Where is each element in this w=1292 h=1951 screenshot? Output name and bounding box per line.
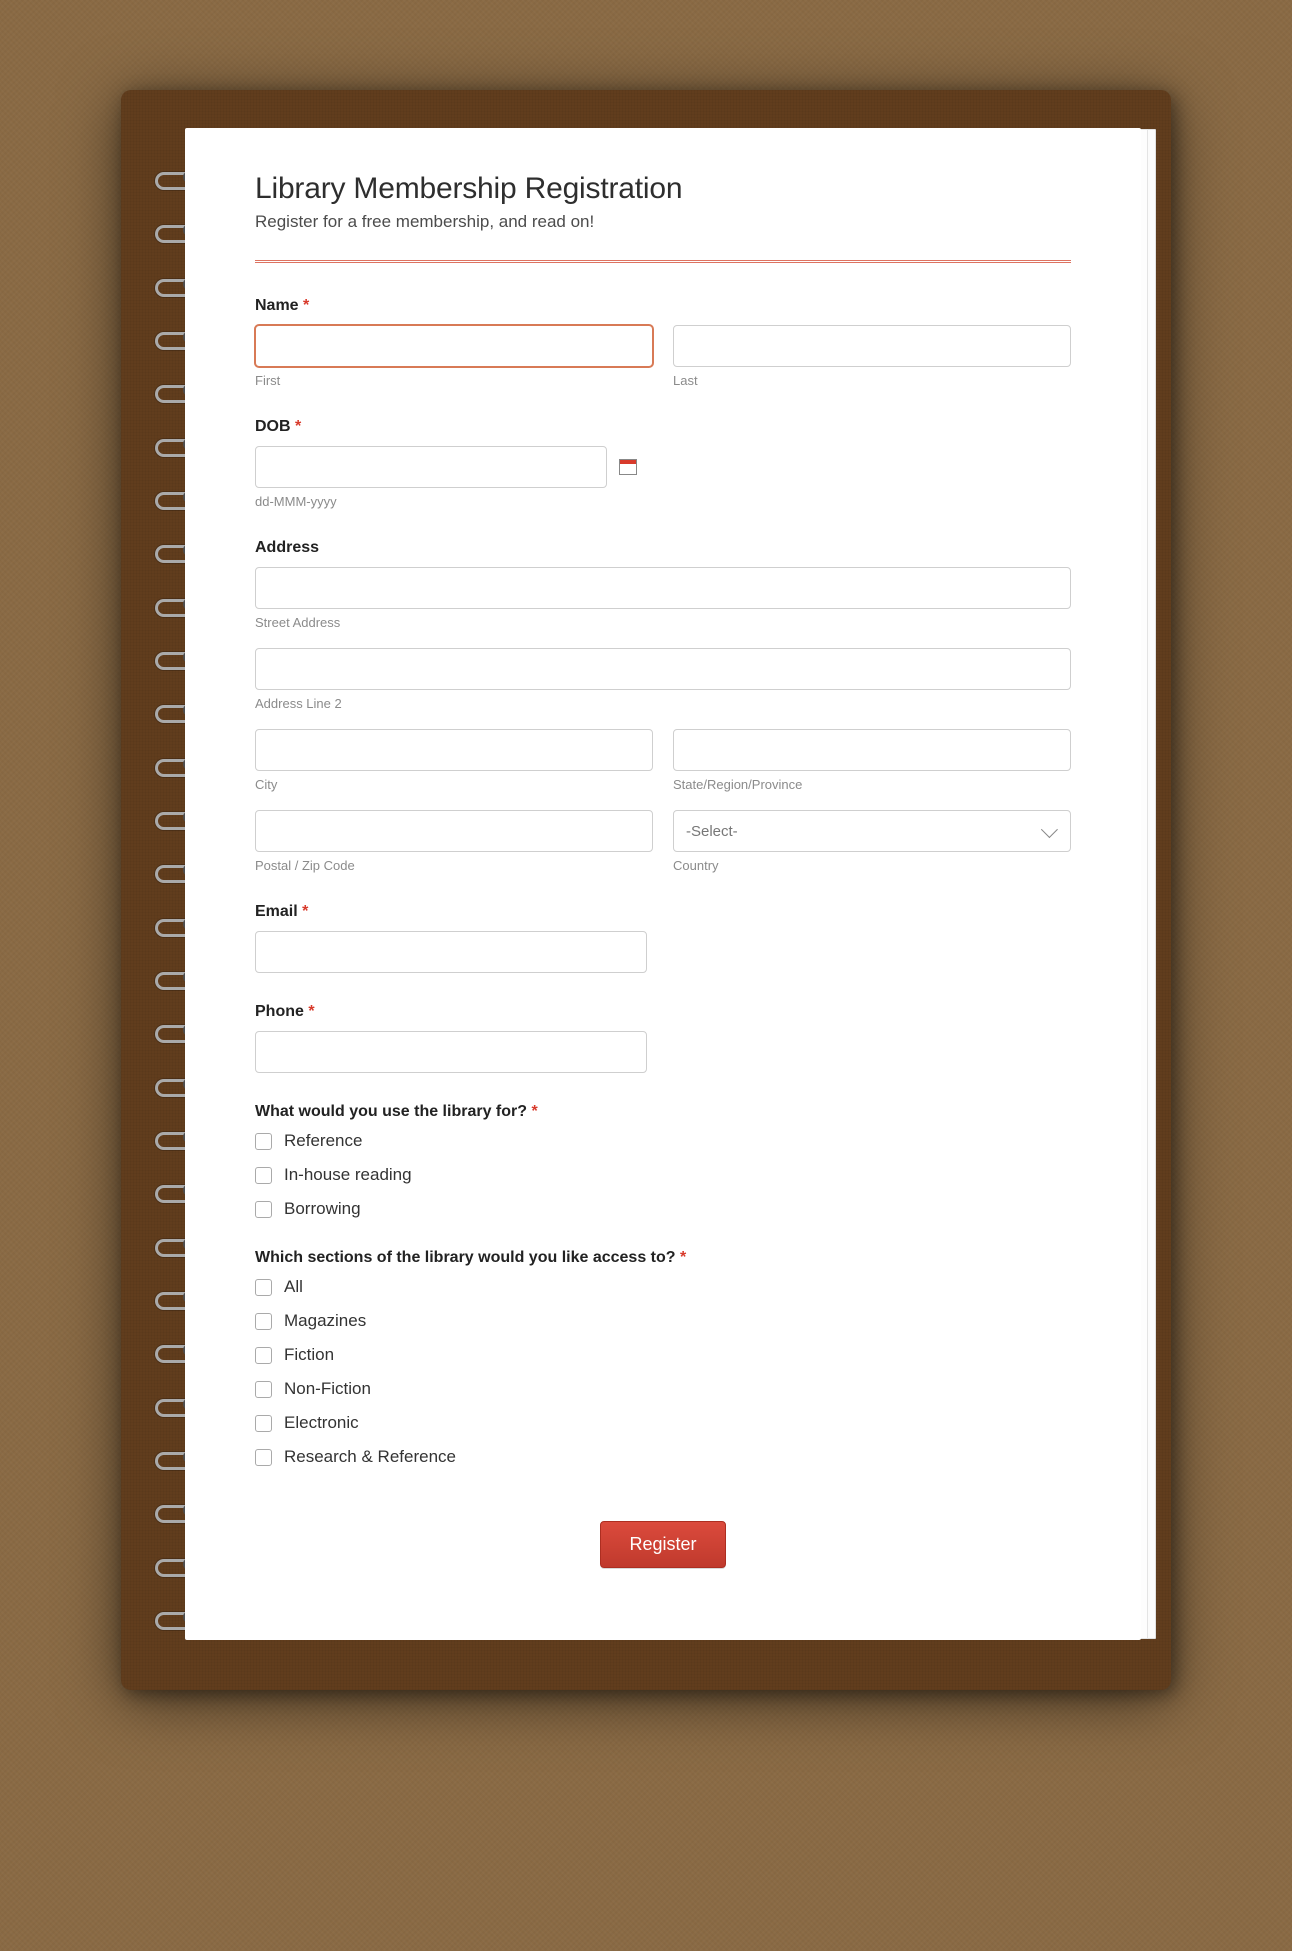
dob-field: DOB * dd-MMM-yyyy: [255, 418, 1071, 509]
usage-option-label: In-house reading: [284, 1165, 412, 1185]
sections-checkbox[interactable]: [255, 1381, 272, 1398]
sections-checkbox[interactable]: [255, 1279, 272, 1296]
phone-field: Phone *: [255, 1003, 1071, 1073]
address-label: Address: [255, 539, 1071, 557]
sections-field: Which sections of the library would you …: [255, 1249, 1071, 1467]
notepad-cover: Library Membership Registration Register…: [121, 90, 1171, 1690]
sections-option[interactable]: Electronic: [255, 1413, 1071, 1433]
sections-option-label: Non-Fiction: [284, 1379, 371, 1399]
street-address-input[interactable]: [255, 567, 1071, 609]
address-field: Address Street Address Address Line 2 Ci…: [255, 539, 1071, 873]
sections-option-label: Research & Reference: [284, 1447, 456, 1467]
sections-option[interactable]: Research & Reference: [255, 1447, 1071, 1467]
phone-input[interactable]: [255, 1031, 647, 1073]
city-input[interactable]: [255, 729, 653, 771]
usage-option-label: Borrowing: [284, 1199, 361, 1219]
sections-option-label: Electronic: [284, 1413, 359, 1433]
usage-field: What would you use the library for? * Re…: [255, 1103, 1071, 1219]
usage-option[interactable]: Reference: [255, 1131, 1071, 1151]
dob-label: DOB *: [255, 418, 1071, 436]
sections-option-label: All: [284, 1277, 303, 1297]
sections-option-label: Magazines: [284, 1311, 366, 1331]
state-sublabel: State/Region/Province: [673, 777, 1071, 792]
email-field: Email *: [255, 903, 1071, 973]
page-title: Library Membership Registration: [255, 172, 1071, 206]
usage-option-label: Reference: [284, 1131, 362, 1151]
sections-checkbox[interactable]: [255, 1347, 272, 1364]
email-label: Email *: [255, 903, 1071, 921]
name-label: Name *: [255, 297, 1071, 315]
first-name-input[interactable]: [255, 325, 653, 367]
form-page: Library Membership Registration Register…: [185, 128, 1141, 1640]
dob-format-sublabel: dd-MMM-yyyy: [255, 494, 1071, 509]
usage-option[interactable]: In-house reading: [255, 1165, 1071, 1185]
state-input[interactable]: [673, 729, 1071, 771]
sections-option[interactable]: Fiction: [255, 1345, 1071, 1365]
city-sublabel: City: [255, 777, 653, 792]
sections-option[interactable]: Magazines: [255, 1311, 1071, 1331]
last-name-input[interactable]: [673, 325, 1071, 367]
sections-option[interactable]: All: [255, 1277, 1071, 1297]
sections-option[interactable]: Non-Fiction: [255, 1379, 1071, 1399]
dob-input[interactable]: [255, 446, 607, 488]
postal-sublabel: Postal / Zip Code: [255, 858, 653, 873]
usage-label: What would you use the library for? *: [255, 1103, 1071, 1121]
email-input[interactable]: [255, 931, 647, 973]
first-name-sublabel: First: [255, 373, 653, 388]
sections-option-label: Fiction: [284, 1345, 334, 1365]
register-button[interactable]: Register: [600, 1521, 725, 1568]
address-line2-input[interactable]: [255, 648, 1071, 690]
sections-checkbox[interactable]: [255, 1449, 272, 1466]
street-sublabel: Street Address: [255, 615, 1071, 630]
chevron-down-icon: [1041, 821, 1058, 838]
phone-label: Phone *: [255, 1003, 1071, 1021]
sections-checkbox[interactable]: [255, 1415, 272, 1432]
sections-label: Which sections of the library would you …: [255, 1249, 1071, 1267]
name-field: Name * First Last: [255, 297, 1071, 388]
country-placeholder: -Select-: [686, 823, 738, 840]
page-subtitle: Register for a free membership, and read…: [255, 212, 1071, 232]
usage-checkbox[interactable]: [255, 1201, 272, 1218]
country-sublabel: Country: [673, 858, 1071, 873]
line2-sublabel: Address Line 2: [255, 696, 1071, 711]
postal-input[interactable]: [255, 810, 653, 852]
usage-checkbox[interactable]: [255, 1133, 272, 1150]
calendar-icon[interactable]: [619, 459, 637, 475]
last-name-sublabel: Last: [673, 373, 1071, 388]
usage-checkbox[interactable]: [255, 1167, 272, 1184]
country-select[interactable]: -Select-: [673, 810, 1071, 852]
usage-option[interactable]: Borrowing: [255, 1199, 1071, 1219]
sections-checkbox[interactable]: [255, 1313, 272, 1330]
section-divider: [255, 260, 1071, 263]
